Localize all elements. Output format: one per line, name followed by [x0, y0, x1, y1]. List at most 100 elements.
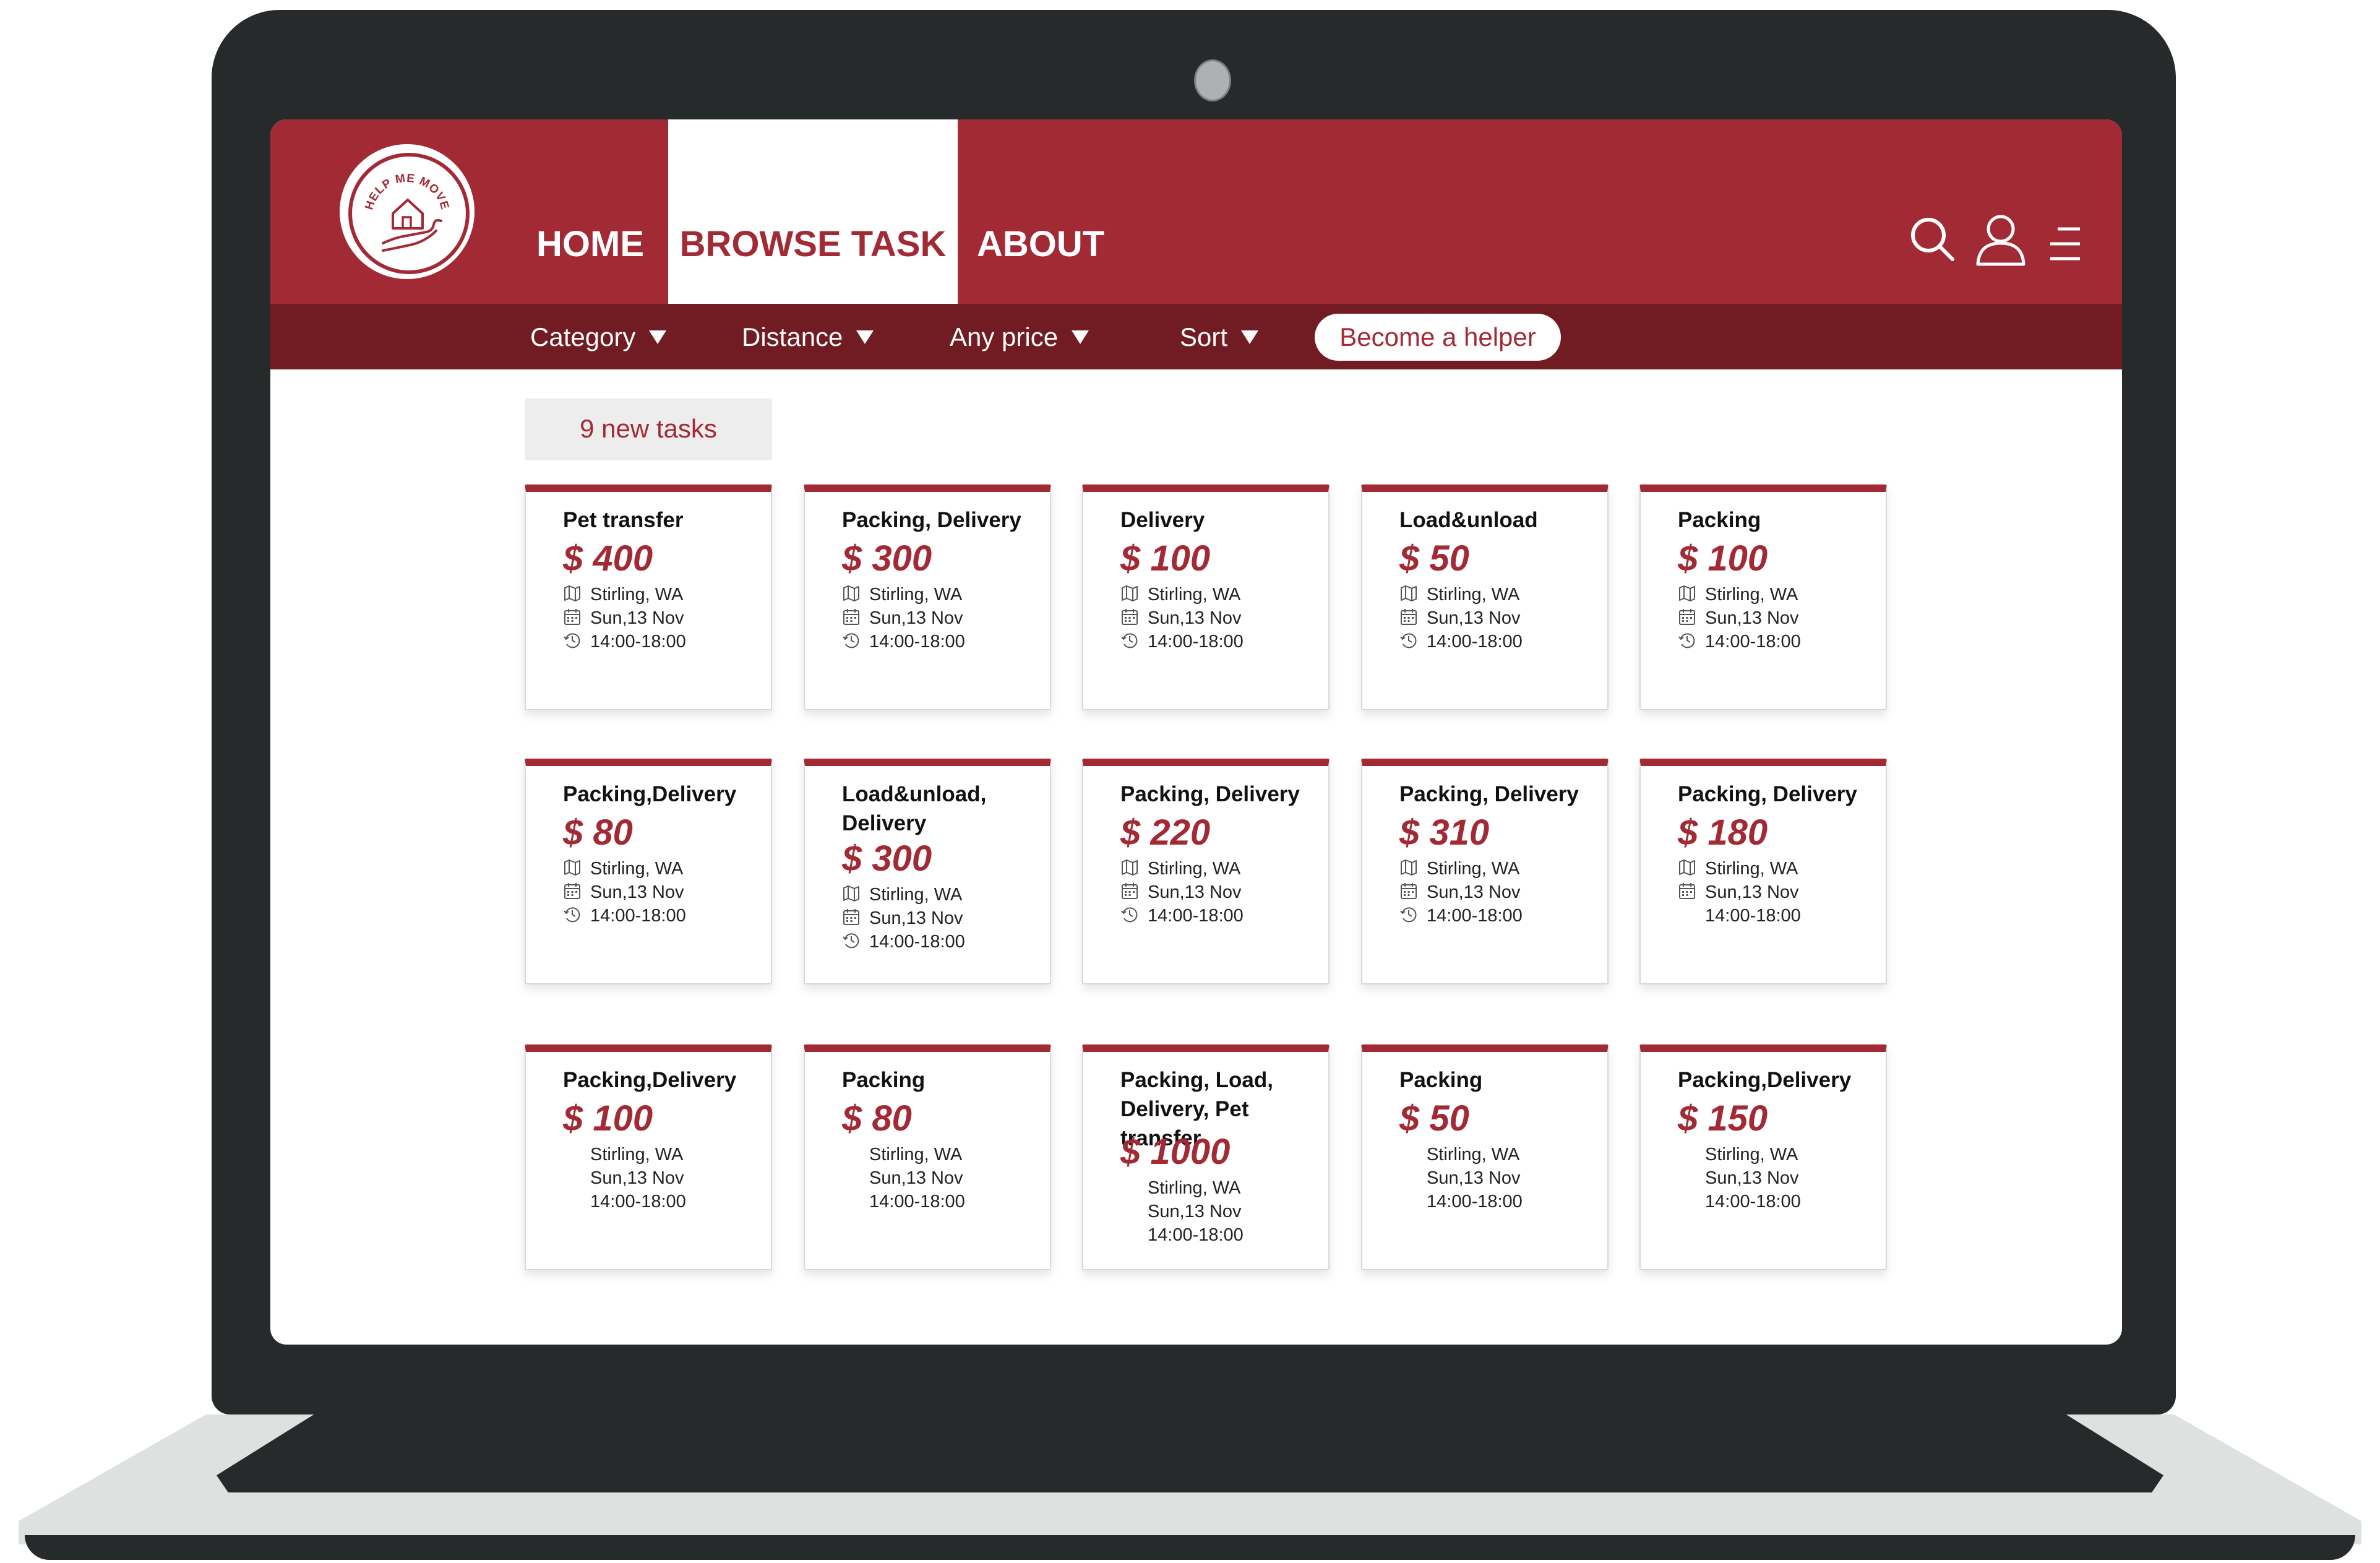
task-date-text: Sun,13 Nov	[869, 908, 963, 928]
task-location: Stirling, WA	[563, 582, 683, 607]
calendar-icon	[1399, 882, 1418, 900]
task-time-text: 14:00-18:00	[869, 632, 965, 652]
task-card[interactable]: Delivery $ 100 Stirling, WA Sun,13 Nov 14:00…	[1082, 484, 1330, 710]
calendar-icon	[563, 882, 582, 900]
task-location-text: Stirling, WA	[1705, 585, 1798, 605]
task-card[interactable]: Packing $ 80 Stirling, WA Sun,13 Nov 14:00-1…	[804, 1044, 1051, 1270]
map-icon	[842, 884, 861, 903]
task-date-text: Sun,13 Nov	[590, 1168, 684, 1188]
task-time-text: 14:00-18:00	[1427, 632, 1523, 652]
task-location-text: Stirling, WA	[590, 1145, 684, 1165]
map-icon	[1399, 584, 1418, 603]
task-date-text: Sun,13 Nov	[1427, 1168, 1521, 1188]
task-time-text: 14:00-18:00	[869, 932, 965, 952]
task-date: Sun,13 Nov	[1678, 880, 1799, 905]
task-price: $ 310	[1399, 812, 1490, 853]
task-date: Sun,13 Nov	[1399, 1166, 1521, 1191]
task-location-text: Stirling, WA	[1148, 1178, 1241, 1198]
task-card[interactable]: Load&unload $ 50 Stirling, WA Sun,13 Nov 14:…	[1361, 484, 1609, 710]
task-location: Stirling, WA	[1120, 1176, 1240, 1200]
task-time: 14:00-18:00	[1399, 903, 1523, 928]
task-card[interactable]: Packing,Delivery $ 80 Stirling, WA Sun,13 N…	[525, 759, 772, 984]
calendar-icon	[563, 608, 582, 626]
clock-icon	[1120, 905, 1139, 924]
task-location: Stirling, WA	[1120, 856, 1240, 881]
task-time-text: 14:00-18:00	[1705, 1192, 1801, 1212]
task-date: Sun,13 Nov	[1399, 606, 1521, 631]
task-time-text: 14:00-18:00	[1705, 906, 1801, 926]
task-date: Sun,13 Nov	[1678, 1166, 1799, 1191]
task-title: Packing	[842, 1068, 926, 1092]
task-price: $ 80	[563, 812, 633, 853]
task-title: Packing, Delivery	[1399, 782, 1579, 806]
task-price: $ 180	[1678, 812, 1768, 853]
map-icon	[1399, 858, 1418, 877]
task-title: Pet transfer	[563, 508, 684, 532]
task-price: $ 100	[1120, 538, 1211, 579]
task-date: Sun,13 Nov	[1678, 606, 1799, 631]
task-date-text: Sun,13 Nov	[1705, 608, 1799, 628]
task-time: 14:00-18:00	[1120, 629, 1244, 654]
task-date-text: Sun,13 Nov	[1148, 608, 1242, 628]
calendar-icon	[1678, 608, 1696, 626]
task-time: 14:00-18:00	[842, 629, 965, 654]
clock-icon	[563, 905, 582, 924]
task-card[interactable]: Packing, Load, Delivery, Pet transfer $ 1…	[1082, 1044, 1330, 1270]
map-icon	[1120, 584, 1139, 603]
task-location: Stirling, WA	[563, 1142, 683, 1167]
task-date-text: Sun,13 Nov	[590, 882, 684, 902]
task-time-text: 14:00-18:00	[869, 1192, 965, 1212]
task-date-text: Sun,13 Nov	[1148, 882, 1242, 902]
task-location-text: Stirling, WA	[1427, 1145, 1520, 1165]
clock-icon	[563, 631, 582, 650]
task-date-text: Sun,13 Nov	[1427, 608, 1521, 628]
task-time: 14:00-18:00	[563, 1189, 686, 1214]
task-location: Stirling, WA	[1120, 582, 1240, 607]
task-card[interactable]: Packing, Delivery $ 300 Stirling, WA Sun,13…	[804, 484, 1051, 710]
map-icon	[563, 584, 582, 603]
task-card[interactable]: Pet transfer $ 400 Stirling, WA Sun,13 Nov 1…	[525, 484, 772, 710]
clock-icon	[1399, 905, 1418, 924]
task-card[interactable]: Packing $ 100 Stirling, WA Sun,13 Nov 14:00-…	[1639, 484, 1887, 710]
task-card[interactable]: Packing,Delivery $ 100 Stirling, WA Sun,13 …	[525, 1044, 772, 1270]
task-card[interactable]: Packing,Delivery $ 150 Stirling, WA Sun,13 …	[1639, 1044, 1887, 1270]
task-time: 14:00-18:00	[842, 1189, 965, 1214]
task-time-text: 14:00-18:00	[1148, 1225, 1244, 1245]
task-location: Stirling, WA	[1399, 1142, 1519, 1167]
task-location: Stirling, WA	[842, 882, 962, 907]
task-card[interactable]: Packing $ 50 Stirling, WA Sun,13 Nov 14:00-1…	[1361, 1044, 1609, 1270]
task-date: Sun,13 Nov	[842, 906, 963, 931]
clock-icon	[1678, 631, 1696, 650]
task-date-text: Sun,13 Nov	[590, 608, 684, 628]
task-price: $ 300	[842, 538, 932, 579]
task-time-text: 14:00-18:00	[590, 906, 686, 926]
task-date: Sun,13 Nov	[842, 606, 963, 631]
task-time: 14:00-18:00	[842, 929, 965, 954]
task-title: Packing, Delivery	[1678, 782, 1857, 806]
task-location-text: Stirling, WA	[1705, 859, 1798, 879]
task-price: $ 100	[1678, 538, 1768, 579]
task-location: Stirling, WA	[1399, 582, 1519, 607]
task-price: $ 100	[563, 1098, 653, 1139]
task-price: $ 150	[1678, 1098, 1768, 1139]
task-title: Packing, Delivery	[1120, 782, 1300, 806]
laptop-base	[19, 1414, 2361, 1563]
task-card[interactable]: Load&unload, Delivery $ 300 Stirling, WA Su…	[804, 759, 1051, 984]
task-time-text: 14:00-18:00	[1148, 632, 1244, 652]
clock-icon	[1399, 631, 1418, 650]
task-card[interactable]: Packing, Delivery $ 180 Stirling, WA Sun,13…	[1639, 759, 1887, 984]
webcam	[1194, 59, 1231, 101]
calendar-icon	[1678, 882, 1696, 900]
task-time-text: 14:00-18:00	[1705, 632, 1801, 652]
map-icon	[1120, 858, 1139, 877]
task-location: Stirling, WA	[842, 1142, 962, 1167]
calendar-icon	[1399, 608, 1418, 626]
task-card[interactable]: Packing, Delivery $ 220 Stirling, WA Sun,13…	[1082, 759, 1330, 984]
calendar-icon	[842, 608, 861, 626]
laptop-bottom-edge	[25, 1535, 2355, 1560]
task-date: Sun,13 Nov	[1120, 880, 1242, 905]
task-location: Stirling, WA	[1678, 1142, 1798, 1167]
task-time-text: 14:00-18:00	[590, 1192, 686, 1212]
task-card[interactable]: Packing, Delivery $ 310 Stirling, WA Sun,13…	[1361, 759, 1609, 984]
task-date: Sun,13 Nov	[563, 606, 684, 631]
